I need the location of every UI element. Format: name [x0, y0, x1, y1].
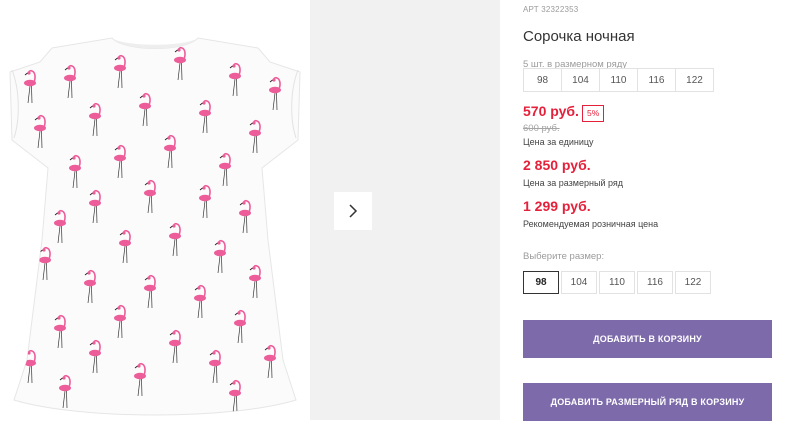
recommended-price: 1 299 руб. — [523, 198, 591, 214]
size-option[interactable]: 104 — [561, 271, 597, 294]
discount-badge: 5% — [582, 105, 605, 122]
size-picker-label: Выберите размер: — [523, 251, 605, 262]
unit-price: 570 руб. — [523, 103, 579, 119]
unit-price-label: Цена за единицу — [523, 137, 594, 147]
size-option[interactable]: 122 — [675, 271, 711, 294]
size-row-item: 98 — [523, 68, 562, 92]
size-option-selected[interactable]: 98 — [523, 271, 559, 294]
article-number: АРТ 32322353 — [523, 5, 579, 14]
size-picker: 98 104 110 116 122 — [523, 271, 713, 294]
size-row-item: 104 — [561, 68, 600, 92]
size-row-item: 116 — [637, 68, 676, 92]
add-size-row-to-cart-button[interactable]: ДОБАВИТЬ РАЗМЕРНЫЙ РЯД В КОРЗИНУ — [523, 383, 772, 421]
size-row-price: 2 850 руб. — [523, 157, 591, 173]
size-row-item: 122 — [675, 68, 714, 92]
product-gallery — [0, 0, 500, 429]
size-row-price-label: Цена за размерный ряд — [523, 178, 624, 188]
next-image-button[interactable] — [334, 192, 372, 230]
old-price: 600 руб. — [523, 123, 560, 134]
add-to-cart-button[interactable]: ДОБАВИТЬ В КОРЗИНУ — [523, 320, 772, 358]
product-photo[interactable] — [0, 0, 310, 429]
chevron-right-icon — [349, 204, 358, 218]
recommended-price-label: Рекомендуемая розничная цена — [523, 219, 659, 229]
size-row-list: 98 104 110 116 122 — [523, 68, 714, 92]
size-option[interactable]: 116 — [637, 271, 673, 294]
size-row-item: 110 — [599, 68, 638, 92]
dress-image — [9, 37, 301, 416]
size-option[interactable]: 110 — [599, 271, 635, 294]
product-title: Сорочка ночная — [523, 28, 635, 45]
